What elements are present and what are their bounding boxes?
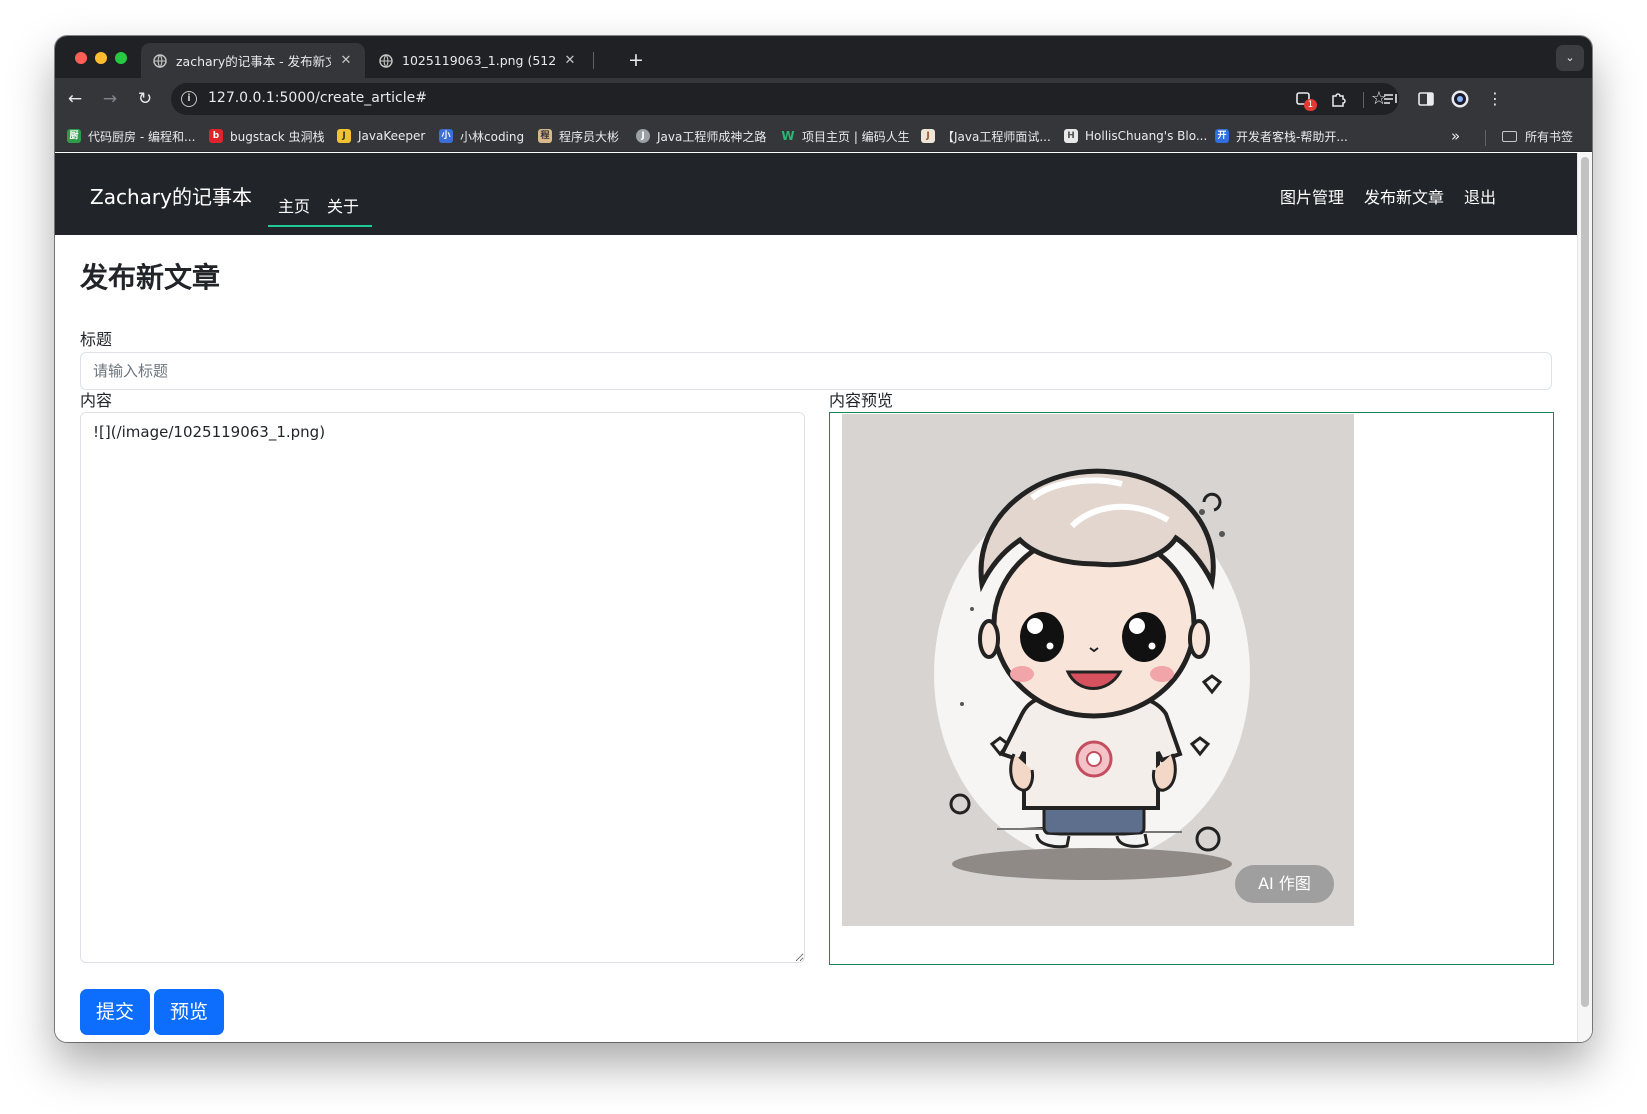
bookmark-label: 代码厨房 - 编程和... xyxy=(88,129,196,144)
site-navbar: Zachary的记事本 主页 关于 图片管理 发布新文章 退出 xyxy=(55,153,1577,235)
tab-search-button[interactable]: ⌄ xyxy=(1556,45,1584,71)
site-info-icon[interactable]: i xyxy=(181,91,197,107)
tab-strip: zachary的记事本 - 发布新文章 ✕ 1025119063_1.png (… xyxy=(55,36,1592,78)
bookmark-item[interactable]: 厨 代码厨房 - 编程和... xyxy=(67,126,195,146)
browser-window: zachary的记事本 - 发布新文章 ✕ 1025119063_1.png (… xyxy=(55,36,1592,1042)
preview-label: 内容预览 xyxy=(829,391,894,410)
all-bookmarks-button[interactable]: 所有书签 xyxy=(1502,126,1573,146)
bookmark-item[interactable]: W 项目主页 | 编码人生 xyxy=(781,126,910,146)
bookmark-favicon-icon: 小 xyxy=(439,129,453,143)
bookmark-favicon-icon: J xyxy=(337,129,351,143)
bookmark-item[interactable]: J JavaKeeper xyxy=(337,126,425,146)
browser-toolbar: ← → ↻ i 127.0.0.1:5000/create_article# ☆… xyxy=(55,78,1592,120)
bookmark-favicon-icon: 厨 xyxy=(67,129,81,143)
globe-icon xyxy=(153,53,167,68)
screen: zachary的记事本 - 发布新文章 ✕ 1025119063_1.png (… xyxy=(0,0,1647,1114)
back-button[interactable]: ← xyxy=(62,86,88,112)
maximize-window-button[interactable] xyxy=(115,52,127,64)
bookmark-label: 开发者客栈-帮助开... xyxy=(1236,129,1348,144)
more-menu-icon[interactable]: ⋮ xyxy=(1485,89,1505,109)
bookmark-label: HollisChuang's Blo... xyxy=(1085,129,1208,143)
nav-link-home[interactable]: 主页 xyxy=(278,193,310,217)
bookmark-label: JavaKeeper xyxy=(358,129,426,143)
bookmark-favicon-icon: 程 xyxy=(538,129,552,143)
reading-list-icon[interactable] xyxy=(1381,89,1401,109)
bookmarks-overflow-icon[interactable]: » xyxy=(1451,127,1460,145)
bookmarks-bar: 厨 代码厨房 - 编程和... b bugstack 虫洞栈 J JavaKee… xyxy=(55,120,1592,152)
tab-create-article[interactable]: zachary的记事本 - 发布新文章 ✕ xyxy=(141,43,365,78)
cartoon-boy-illustration xyxy=(842,414,1354,926)
profile-avatar-icon[interactable] xyxy=(1450,89,1470,109)
bookmark-label: bugstack 虫洞栈 xyxy=(230,129,325,144)
bookmark-label: 小林coding xyxy=(460,129,525,144)
close-tab-icon[interactable]: ✕ xyxy=(563,53,577,68)
all-bookmarks-label: 所有书签 xyxy=(1525,129,1574,144)
close-window-button[interactable] xyxy=(75,52,87,64)
preview-image: AI 作图 xyxy=(842,414,1354,926)
title-label: 标题 xyxy=(80,330,113,349)
tab-image-file[interactable]: 1025119063_1.png (512×512) ✕ xyxy=(367,43,589,78)
nav-link-new-article[interactable]: 发布新文章 xyxy=(1364,184,1444,208)
bookmark-item[interactable]: J Java工程师成神之路 xyxy=(636,126,766,146)
tab-divider xyxy=(593,52,594,69)
bookmark-item[interactable]: 小 小林coding xyxy=(439,126,524,146)
nav-link-logout[interactable]: 退出 xyxy=(1464,184,1496,208)
folder-icon xyxy=(1502,130,1517,142)
tab-title: 1025119063_1.png (512×512) xyxy=(402,53,555,68)
new-tab-button[interactable]: + xyxy=(623,47,649,73)
bookmark-item[interactable]: H HollisChuang's Blo... xyxy=(1064,126,1207,146)
bookmark-favicon-icon: b xyxy=(209,129,223,143)
side-panel-icon[interactable] xyxy=(1416,89,1436,109)
bookmark-item[interactable]: J 【Java工程师面试... xyxy=(921,126,1051,146)
close-tab-icon[interactable]: ✕ xyxy=(339,53,353,68)
bookmark-label: 程序员大彬 xyxy=(559,129,620,144)
title-input[interactable] xyxy=(80,352,1552,390)
url-text: 127.0.0.1:5000/create_article# xyxy=(208,90,427,106)
nav-active-underline xyxy=(268,225,372,227)
extensions-puzzle-icon[interactable] xyxy=(1329,89,1349,109)
minimize-window-button[interactable] xyxy=(95,52,107,64)
bookmark-item[interactable]: b bugstack 虫洞栈 xyxy=(209,126,325,146)
extension-icon[interactable]: 1 xyxy=(1294,89,1317,111)
bookmark-favicon-icon: H xyxy=(1064,129,1078,143)
extension-badge: 1 xyxy=(1304,99,1317,111)
bookmark-item[interactable]: 开 开发者客栈-帮助开... xyxy=(1215,126,1348,146)
nav-link-about[interactable]: 关于 xyxy=(327,193,359,217)
submit-button[interactable]: 提交 xyxy=(80,989,150,1035)
page-title: 发布新文章 xyxy=(80,261,221,294)
content-textarea[interactable]: ![](/image/1025119063_1.png) xyxy=(80,412,805,963)
site-brand[interactable]: Zachary的记事本 xyxy=(90,181,252,210)
bookmark-item[interactable]: 程 程序员大彬 xyxy=(538,126,619,146)
content-preview: AI 作图 xyxy=(829,412,1554,965)
page-viewport: Zachary的记事本 主页 关于 图片管理 发布新文章 退出 发布新文章 标题… xyxy=(55,153,1592,1042)
preview-button[interactable]: 预览 xyxy=(154,989,224,1035)
globe-icon xyxy=(379,53,393,68)
bookmark-favicon-icon: 开 xyxy=(1215,129,1229,143)
bookmark-favicon-icon: J xyxy=(636,129,650,143)
content-label: 内容 xyxy=(80,391,113,410)
bookmark-label: 【Java工程师面试... xyxy=(942,129,1051,144)
toolbar-divider xyxy=(1363,92,1364,108)
address-bar[interactable]: i 127.0.0.1:5000/create_article# ☆ xyxy=(171,83,1399,115)
forward-button[interactable]: → xyxy=(97,86,123,112)
scrollbar-thumb[interactable] xyxy=(1581,157,1589,1007)
bookmark-favicon-icon: J xyxy=(921,129,935,143)
tab-title: zachary的记事本 - 发布新文章 xyxy=(176,54,331,69)
ai-generated-badge: AI 作图 xyxy=(1235,865,1334,903)
bookmark-label: 项目主页 | 编码人生 xyxy=(802,129,910,144)
nav-link-image-management[interactable]: 图片管理 xyxy=(1280,184,1344,208)
bookmarks-divider xyxy=(1485,130,1486,146)
bookmark-label: Java工程师成神之路 xyxy=(657,129,767,144)
bookmark-favicon-icon: W xyxy=(781,129,795,143)
window-controls xyxy=(75,52,127,64)
reload-button[interactable]: ↻ xyxy=(132,86,158,112)
page-scrollbar[interactable] xyxy=(1577,153,1592,1042)
